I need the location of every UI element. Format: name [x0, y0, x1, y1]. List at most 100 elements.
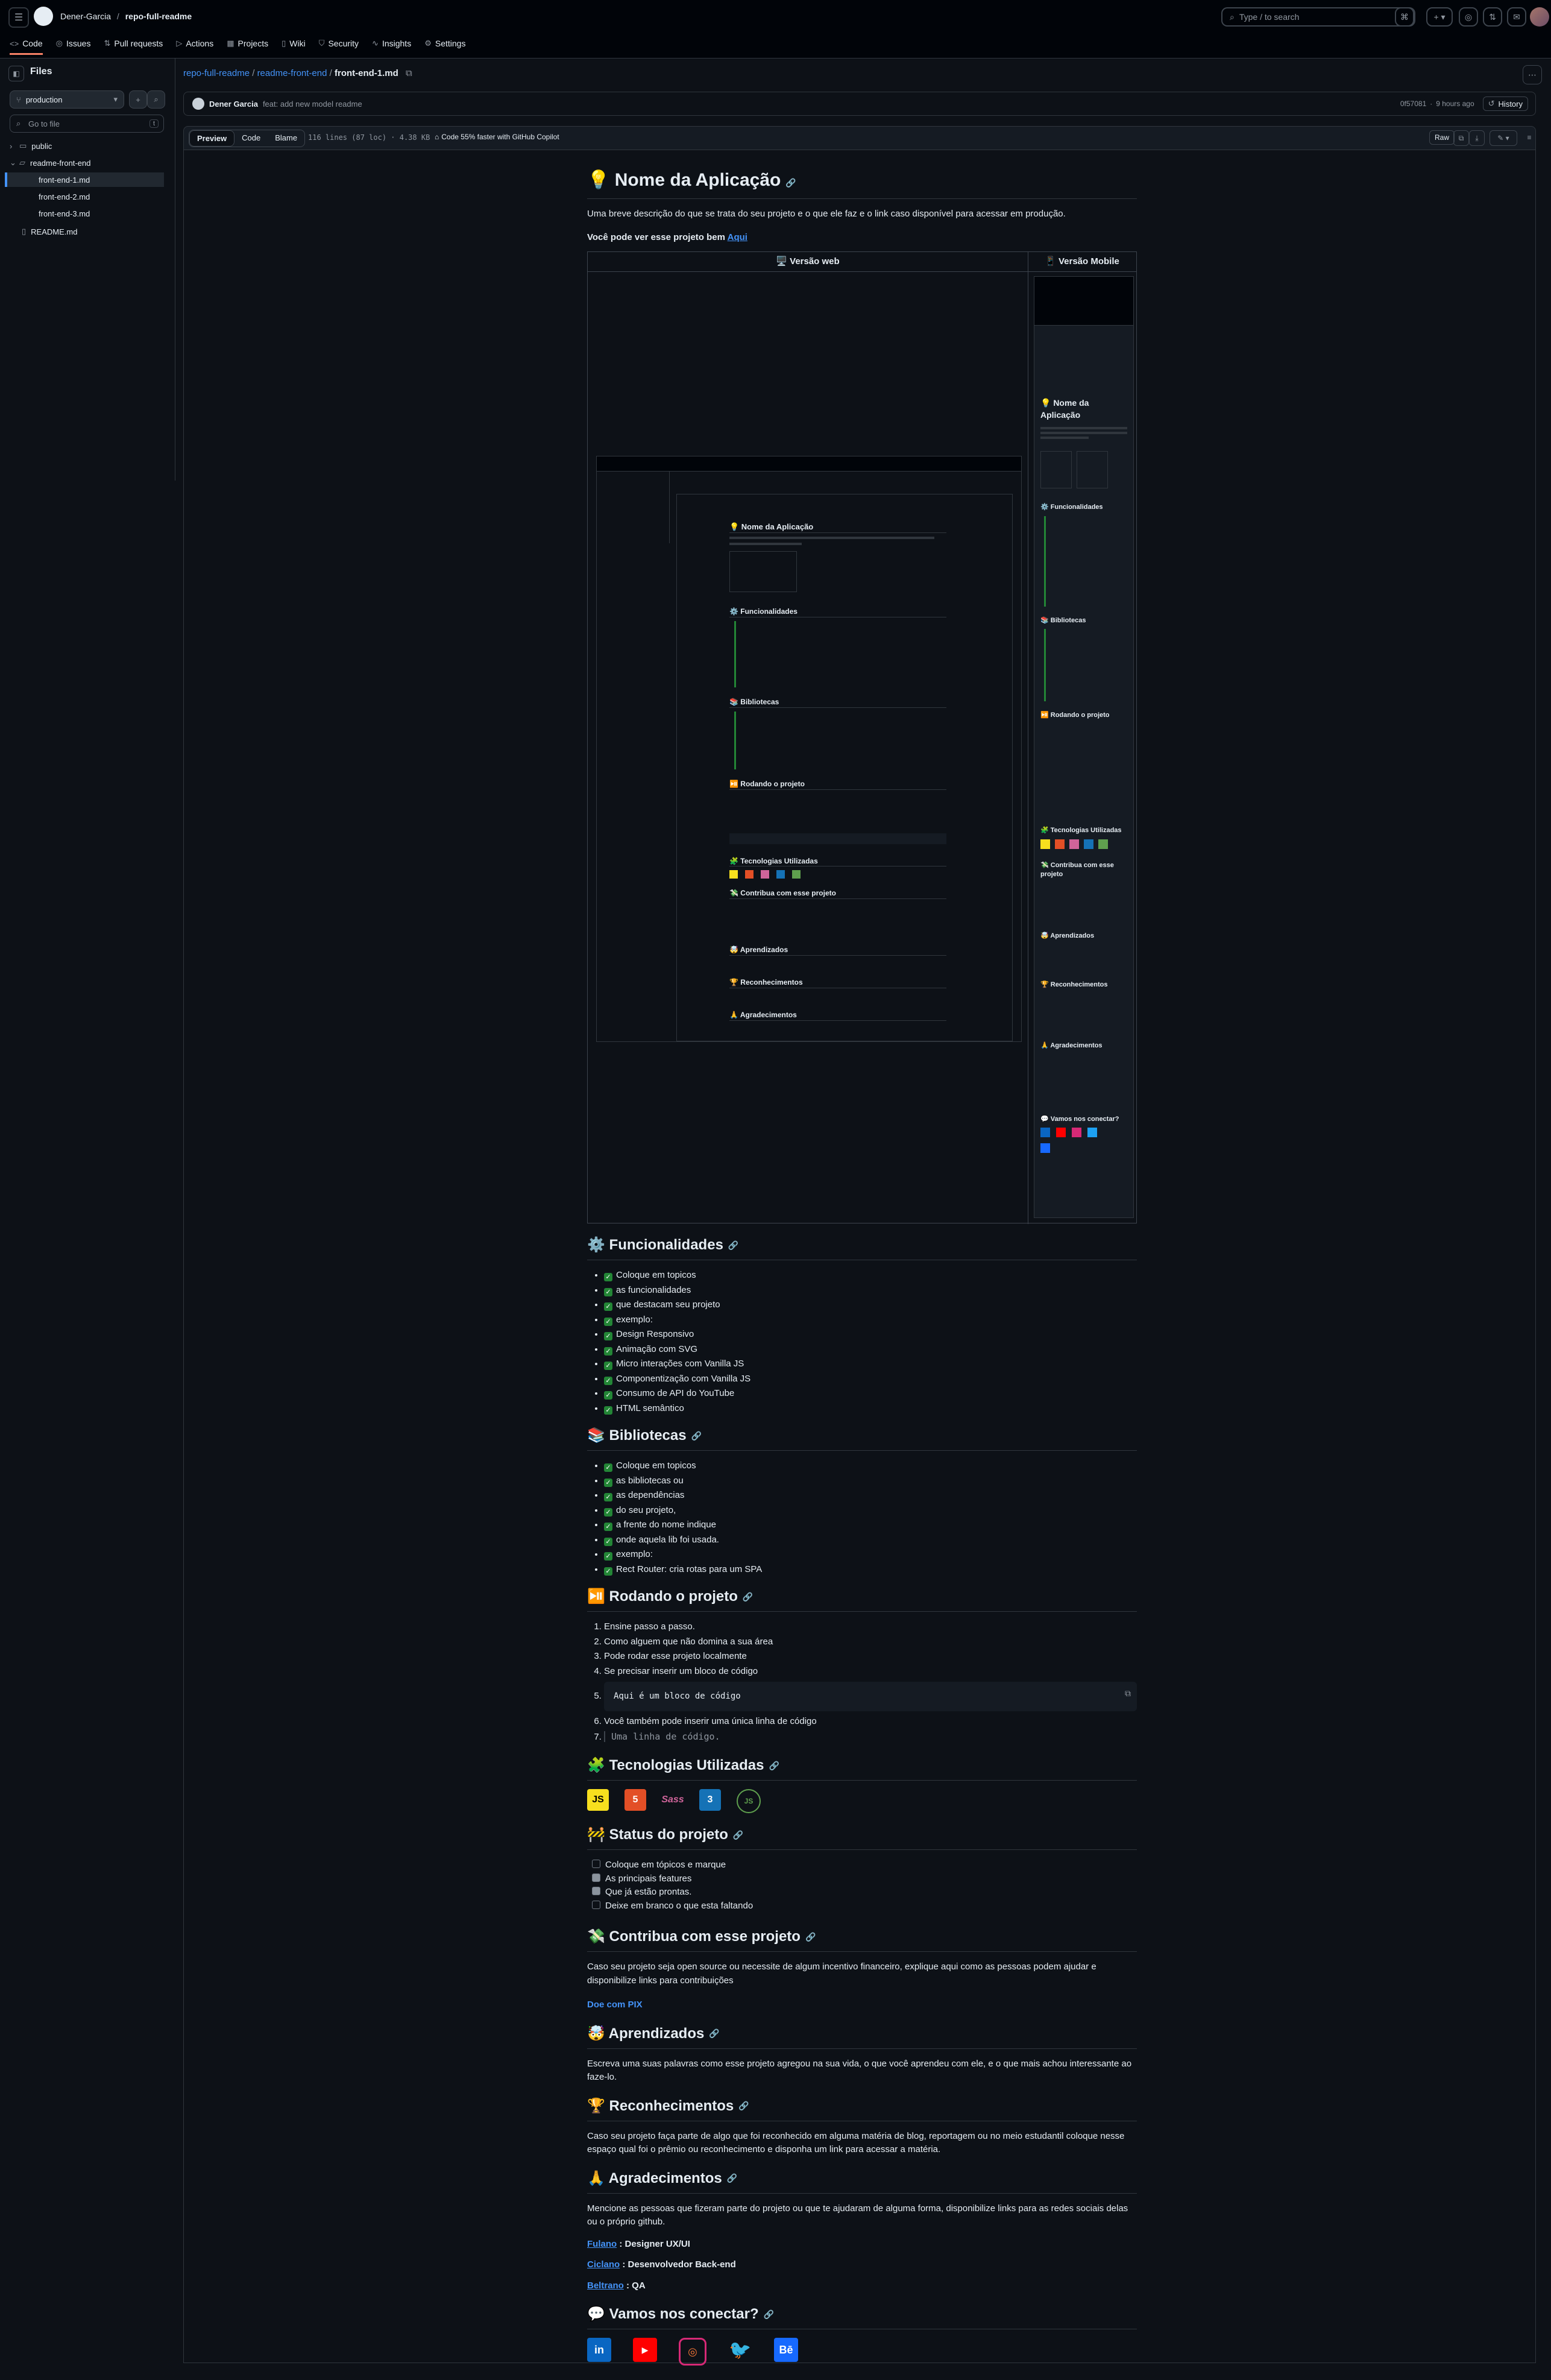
- raw-button[interactable]: Raw: [1429, 130, 1455, 145]
- branch-selector[interactable]: ⑂ production ▾: [10, 90, 124, 109]
- anchor-link-icon[interactable]: 🔗: [764, 2308, 774, 2321]
- tree-item-public[interactable]: › ▭ public: [10, 139, 164, 153]
- search-placeholder: Type / to search: [1239, 12, 1300, 22]
- avatar[interactable]: [1530, 7, 1549, 27]
- checkbox[interactable]: [592, 1860, 600, 1868]
- list-item: ✓Consumo de API do YouTube: [604, 1387, 1137, 1401]
- tab-pull-requests[interactable]: ⇅ Pull requests: [104, 34, 163, 53]
- more-options-button[interactable]: ⋯: [1523, 65, 1542, 84]
- youtube-icon[interactable]: ▶: [633, 2338, 657, 2362]
- checkbox[interactable]: [592, 1900, 600, 1909]
- github-logo-icon[interactable]: [34, 7, 53, 26]
- create-new-button[interactable]: + ▾: [1426, 7, 1453, 27]
- sidebar-title: Files: [30, 66, 52, 77]
- instagram-icon[interactable]: ◎: [679, 2338, 706, 2366]
- tab-code-view[interactable]: Code: [234, 130, 268, 147]
- tab-projects[interactable]: ▦ Projects: [227, 34, 268, 53]
- check-icon: ✓: [604, 1567, 612, 1576]
- person-link[interactable]: Ciclano: [587, 2259, 620, 2270]
- twitter-icon[interactable]: 🐦: [728, 2338, 752, 2362]
- behance-icon[interactable]: Bē: [774, 2338, 798, 2362]
- issues-icon[interactable]: ◎: [1459, 7, 1478, 27]
- anchor-link-icon[interactable]: 🔗: [733, 1829, 743, 1842]
- person-link[interactable]: Fulano: [587, 2239, 617, 2249]
- linkedin-icon[interactable]: in: [587, 2338, 611, 2362]
- search-files-button[interactable]: ⌕: [147, 90, 165, 109]
- path-dir-link[interactable]: readme-front-end: [257, 68, 327, 78]
- web-shot-thanks-title: 🙏 Agradecimentos: [729, 1010, 946, 1021]
- tab-wiki[interactable]: ▯ Wiki: [282, 34, 306, 53]
- pull-requests-icon[interactable]: ⇅: [1483, 7, 1502, 27]
- nodejs-icon: JS: [737, 1789, 761, 1813]
- tab-settings[interactable]: ⚙ Settings: [424, 34, 465, 53]
- tree-item-readme-front-end[interactable]: ⌄ ▱ readme-front-end: [10, 156, 164, 170]
- anchor-link-icon[interactable]: 🔗: [727, 2172, 737, 2185]
- tab-actions[interactable]: ▷ Actions: [176, 34, 213, 53]
- download-icon[interactable]: ⤓: [1469, 130, 1485, 146]
- play-icon: ▷: [176, 39, 183, 48]
- anchor-link-icon[interactable]: 🔗: [738, 2100, 749, 2112]
- tab-code[interactable]: <> Code: [10, 34, 43, 55]
- status-item: Que já estão prontas.: [592, 1886, 1137, 1899]
- collapse-sidebar-icon[interactable]: ◧: [8, 66, 24, 81]
- tab-issues[interactable]: ◎ Issues: [56, 34, 91, 53]
- copy-path-icon[interactable]: ⧉: [406, 68, 412, 78]
- person-link[interactable]: Beltrano: [587, 2281, 624, 2291]
- commit-message[interactable]: feat: add new model readme: [263, 99, 362, 109]
- anchor-link-icon[interactable]: 🔗: [785, 178, 796, 188]
- list-item: Pode rodar esse projeto localmente: [604, 1650, 1137, 1664]
- add-file-button[interactable]: +: [129, 90, 147, 109]
- list-item: Ensine passo a passo.: [604, 1620, 1137, 1634]
- outline-icon[interactable]: ≡: [1522, 130, 1537, 145]
- branch-name: production: [25, 95, 63, 104]
- copy-raw-icon[interactable]: ⧉: [1453, 130, 1469, 146]
- anchor-link-icon[interactable]: 🔗: [691, 1430, 702, 1442]
- web-shot-contrib-title: 💸 Contribua com esse projeto: [729, 888, 946, 900]
- checkbox[interactable]: [592, 1887, 600, 1895]
- go-to-file-input[interactable]: ⌕ Go to file t: [10, 115, 164, 133]
- tree-item-front-end-2[interactable]: front-end-2.md: [39, 189, 90, 204]
- command-palette-button[interactable]: ⌘: [1395, 7, 1414, 27]
- file-toolbar: Preview Code Blame 116 lines (87 loc) · …: [183, 126, 1536, 150]
- tab-security[interactable]: ⛉ Security: [319, 34, 359, 53]
- web-shot-run-title: ⏯️ Rodando o projeto: [729, 779, 946, 790]
- history-button[interactable]: ↺ History: [1482, 96, 1528, 111]
- commit-author[interactable]: Dener Garcia: [209, 99, 258, 109]
- repo-link[interactable]: repo-full-readme: [125, 11, 192, 21]
- path-repo-link[interactable]: repo-full-readme: [183, 68, 250, 78]
- see-project-link[interactable]: Aqui: [728, 232, 747, 242]
- features-heading: ⚙️ Funcionalidades 🔗: [587, 1234, 1137, 1260]
- anchor-link-icon[interactable]: 🔗: [728, 1239, 738, 1252]
- readme-article: 💡 Nome da Aplicação 🔗 Uma breve descrição…: [587, 163, 1137, 2366]
- search-icon: ⌕: [16, 119, 21, 128]
- check-icon: ✓: [604, 1376, 612, 1385]
- anchor-link-icon[interactable]: 🔗: [743, 1591, 753, 1603]
- anchor-link-icon[interactable]: 🔗: [805, 1931, 816, 1943]
- pix-link[interactable]: Doe com PIX: [587, 2000, 643, 2010]
- menu-button[interactable]: ☰: [8, 7, 29, 28]
- folder-open-icon: ▱: [19, 158, 25, 167]
- mobile-shot-recog-title: 🏆 Reconhecimentos: [1040, 980, 1108, 988]
- tab-blame[interactable]: Blame: [268, 130, 304, 147]
- check-icon: ✓: [604, 1406, 612, 1415]
- anchor-link-icon[interactable]: 🔗: [709, 2027, 719, 2040]
- edit-pencil-icon[interactable]: ✎ ▾: [1490, 130, 1517, 146]
- owner-link[interactable]: Dener-Garcia: [60, 11, 111, 21]
- tab-preview[interactable]: Preview: [189, 130, 235, 147]
- tab-insights[interactable]: ∿ Insights: [372, 34, 411, 53]
- commit-sha[interactable]: 0f57081: [1400, 99, 1426, 108]
- table-icon: ▦: [227, 39, 234, 48]
- author-avatar: [192, 98, 204, 110]
- checkbox[interactable]: [592, 1873, 600, 1882]
- person-line: Ciclano : Desenvolvedor Back-end: [587, 2259, 736, 2270]
- tree-item-readme[interactable]: ▯ README.md: [22, 224, 77, 239]
- copilot-banner[interactable]: ⌂ Code 55% faster with GitHub Copilot: [435, 133, 559, 141]
- anchor-link-icon[interactable]: 🔗: [769, 1760, 779, 1772]
- mobile-shot-features-title: ⚙️ Funcionalidades: [1040, 503, 1103, 511]
- copy-icon[interactable]: ⧉: [1125, 1688, 1131, 1700]
- tree-item-front-end-1[interactable]: front-end-1.md: [5, 172, 164, 187]
- search-input[interactable]: ⌕ Type / to search: [1221, 7, 1415, 27]
- tree-item-front-end-3[interactable]: front-end-3.md: [39, 206, 90, 221]
- inbox-icon[interactable]: ✉: [1507, 7, 1526, 27]
- connect-heading: 💬 Vamos nos conectar? 🔗: [587, 2303, 1137, 2329]
